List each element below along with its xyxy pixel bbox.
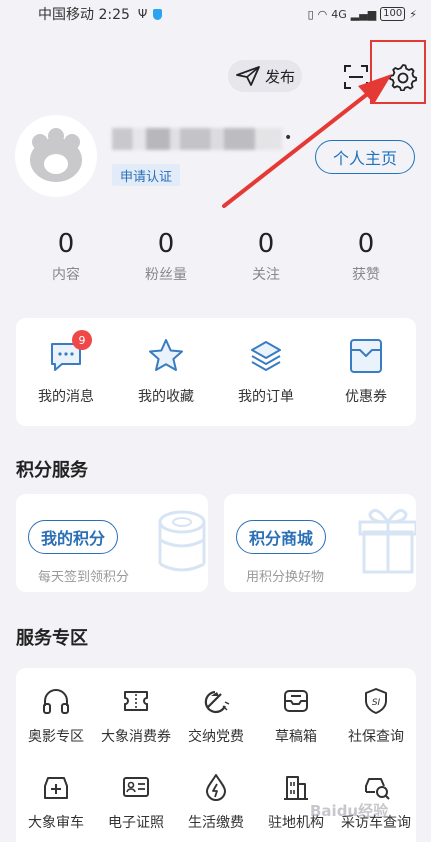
stat-value: 0 [57,229,75,259]
svc-item-e-license[interactable]: 电子证照 [96,772,176,832]
usb-icon: Ψ [137,7,148,21]
shield-si-icon: SI [365,688,387,714]
post-button[interactable]: 发布 [228,60,302,92]
send-icon [236,66,260,86]
svc-label: 大象消费券 [101,729,171,745]
ticket-icon [124,691,148,711]
svc-item-aoying[interactable]: 奥影专区 [16,686,96,746]
svc-label: 奥影专区 [28,729,84,745]
svc-label: 生活缴费 [188,815,244,831]
wifi-icon: ◠ [317,7,328,21]
my-points-card[interactable]: 我的积分 每天签到领积分 [16,494,208,592]
personal-homepage-button[interactable]: 个人主页 [315,140,415,174]
layers-icon [251,341,281,371]
unread-badge: 9 [72,330,92,350]
username-blurred [112,128,282,150]
points-mall-card[interactable]: 积分商城 用积分换好物 [224,494,416,592]
status-bar: 中国移动 2:25 Ψ ▯ ◠ 4G ▂▄▆ 100 ⚡ [0,0,431,28]
post-label: 发布 [264,67,295,86]
quick-action-label: 我的订单 [238,389,294,405]
coins-deco-icon [158,510,206,572]
party-emblem-icon [204,690,230,714]
stat-label: 关注 [252,267,280,283]
id-card-icon [123,777,149,797]
scan-icon[interactable] [343,64,369,90]
quick-actions-card: 9 我的消息 我的收藏 我的订单 优惠券 [16,318,416,426]
username-suffix: • [284,130,293,146]
headphones-icon [43,689,69,714]
watermark: Baidu经验 [310,802,389,820]
points-mall-button[interactable]: 积分商城 [236,520,327,554]
stat-value: 0 [357,229,375,259]
svc-label: 草稿箱 [275,729,317,745]
quick-action-label: 优惠券 [345,389,387,405]
stat-likes[interactable]: 0 获赞 [316,228,416,284]
svc-label: 交纳党费 [188,729,244,745]
vibrate-icon: ▯ [307,7,314,21]
stat-following[interactable]: 0 关注 [216,228,316,284]
app-notification-icon [153,8,163,20]
verify-button[interactable]: 申请认证 [112,164,180,186]
svc-item-car-inspect[interactable]: 大象审车 [16,772,96,832]
svc-item-drafts[interactable]: 草稿箱 [256,686,336,746]
signal-label: 4G [331,7,347,21]
svc-item-voucher[interactable]: 大象消费券 [96,686,176,746]
services-row-1: 奥影专区 大象消费券 交纳党费 草稿箱 SI 社保查询 [16,686,416,746]
utility-drop-icon [206,774,226,801]
avatar[interactable] [15,115,97,197]
star-icon [149,339,183,371]
car-inspect-icon [44,777,68,799]
settings-highlight-box [370,40,426,104]
stat-followers[interactable]: 0 粉丝量 [116,228,216,284]
stat-label: 获赞 [352,267,380,283]
points-subtitle: 用积分换好物 [246,570,325,585]
stat-label: 粉丝量 [145,267,187,283]
gift-deco-icon [358,508,416,574]
stat-label: 内容 [52,267,80,283]
svc-item-social-security[interactable]: SI 社保查询 [336,686,416,746]
svc-item-party-fee[interactable]: 交纳党费 [176,686,256,746]
quick-action-label: 我的收藏 [138,389,194,405]
svc-item-utilities[interactable]: 生活缴费 [176,772,256,832]
my-points-button[interactable]: 我的积分 [28,520,119,554]
charging-icon: ⚡ [409,7,417,21]
quick-action-label: 我的消息 [38,389,94,405]
svc-label: 社保查询 [348,729,404,745]
carrier-time: 中国移动 2:25 [38,7,130,23]
my-orders-item[interactable]: 我的订单 [216,336,316,426]
signal-icon: ▂▄▆ [350,7,377,21]
stats-row: 0 内容 0 粉丝量 0 关注 0 获赞 [16,228,416,284]
battery-icon: 100 [380,7,406,21]
services-section-title: 服务专区 [16,628,88,649]
status-icons: ▯ ◠ 4G ▂▄▆ 100 ⚡ [308,7,417,21]
coupons-item[interactable]: 优惠券 [316,336,416,426]
my-messages-item[interactable]: 9 我的消息 [16,330,116,426]
building-icon [284,776,308,800]
svc-label: 大象审车 [28,815,84,831]
paw-avatar-icon [30,128,82,182]
stat-content[interactable]: 0 内容 [16,228,116,284]
svg-text:SI: SI [372,698,381,708]
stat-value: 0 [257,229,275,259]
my-favorites-item[interactable]: 我的收藏 [116,336,216,426]
coupon-icon [350,339,382,373]
points-subtitle: 每天签到领积分 [38,570,130,585]
car-search-icon [365,778,390,800]
stat-value: 0 [157,229,175,259]
svc-label: 电子证照 [108,815,164,831]
points-section-title: 积分服务 [16,460,88,481]
inbox-icon [284,690,308,712]
